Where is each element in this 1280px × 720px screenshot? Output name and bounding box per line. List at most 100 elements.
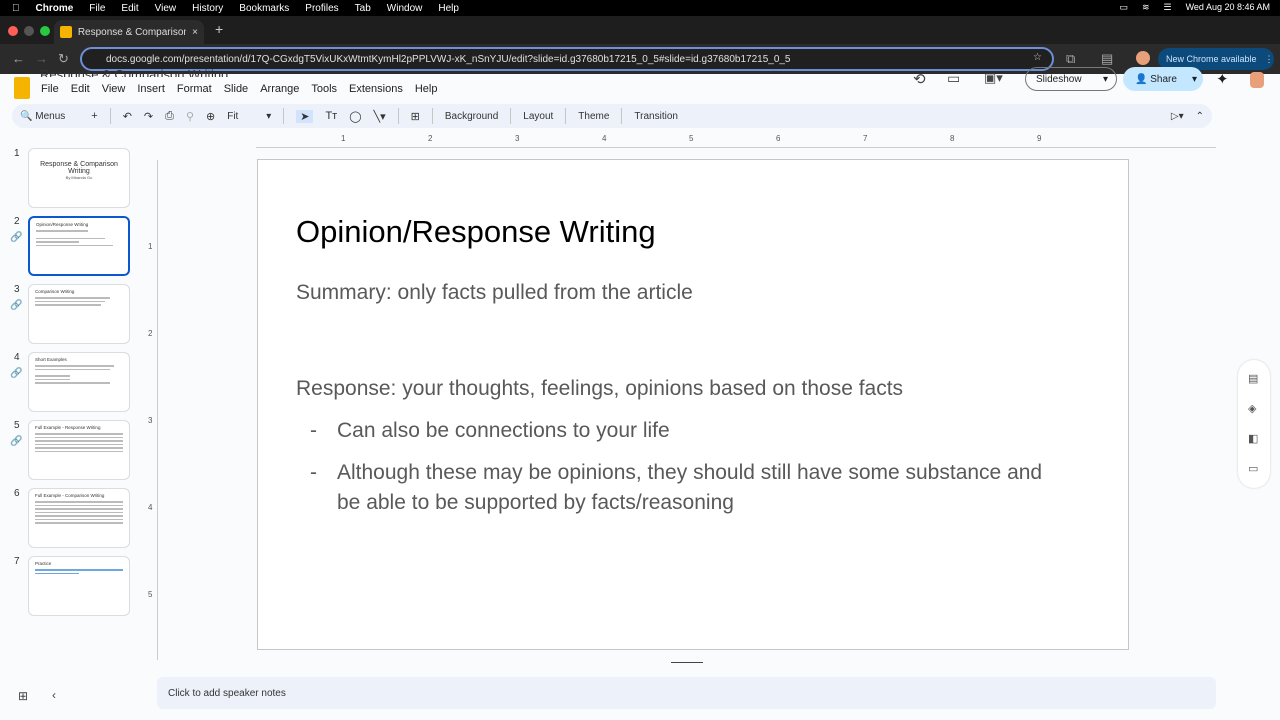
forward-icon[interactable]: → bbox=[35, 51, 48, 66]
keep-icon[interactable]: ◈ bbox=[1248, 402, 1256, 415]
new-tab-button[interactable]: + bbox=[215, 21, 223, 37]
horizontal-ruler[interactable]: 1 2 3 4 5 6 7 8 9 bbox=[256, 134, 1216, 148]
search-menus[interactable]: 🔍 Menus bbox=[20, 111, 65, 122]
version-history-icon[interactable]: ⟲ bbox=[913, 70, 926, 88]
bookmark-star-icon[interactable]: ☆ bbox=[1033, 52, 1042, 63]
folder-icon[interactable]: ▭ bbox=[1248, 462, 1258, 475]
gemini-icon[interactable]: ✦ bbox=[1216, 70, 1229, 88]
browser-tab[interactable]: Response & Comparison Writing × bbox=[54, 20, 204, 44]
minimize-window-button[interactable] bbox=[24, 26, 34, 36]
mac-menu-tab[interactable]: Tab bbox=[355, 3, 371, 14]
back-icon[interactable]: ← bbox=[12, 51, 25, 66]
menu-format[interactable]: Format bbox=[177, 83, 212, 95]
shape-icon[interactable]: ◯ bbox=[349, 110, 361, 123]
slide-thumbnail-2[interactable]: Opinion/Response Writing bbox=[28, 216, 130, 276]
bullet-dash: - bbox=[310, 419, 317, 442]
bullet-item[interactable]: - Although these may be opinions, they sh… bbox=[310, 458, 1070, 518]
menu-edit[interactable]: Edit bbox=[71, 83, 90, 95]
menu-view[interactable]: View bbox=[102, 83, 126, 95]
transition-button[interactable]: Transition bbox=[634, 111, 678, 122]
theme-button[interactable]: Theme bbox=[578, 111, 609, 122]
link-icon: 🔗 bbox=[10, 368, 23, 379]
slide-response-text[interactable]: Response: your thoughts, feelings, opini… bbox=[296, 377, 903, 401]
menu-file[interactable]: File bbox=[41, 83, 59, 95]
menu-help[interactable]: Help bbox=[415, 83, 438, 95]
menu-slide[interactable]: Slide bbox=[224, 83, 248, 95]
new-slide-icon[interactable]: + bbox=[91, 110, 97, 122]
comment-add-icon[interactable]: ⊞ bbox=[411, 110, 420, 123]
notes-resize-handle[interactable] bbox=[671, 662, 703, 663]
mac-menu-bookmarks[interactable]: Bookmarks bbox=[239, 3, 289, 14]
vertical-ruler[interactable]: 1 2 3 4 5 bbox=[148, 160, 158, 660]
mac-menu-profiles[interactable]: Profiles bbox=[305, 3, 338, 14]
background-button[interactable]: Background bbox=[445, 111, 498, 122]
control-center-icon[interactable]: ☰ bbox=[1164, 2, 1172, 13]
comments-icon[interactable]: ▭ bbox=[947, 70, 960, 87]
mac-menu-edit[interactable]: Edit bbox=[121, 3, 138, 14]
slideshow-button[interactable]: Slideshow ▾ bbox=[1025, 67, 1117, 91]
zoom-select[interactable]: Fit ▾ bbox=[227, 111, 271, 122]
menu-insert[interactable]: Insert bbox=[137, 83, 165, 95]
slide-thumbnail-1[interactable]: Response & Comparison Writing By Miranda … bbox=[28, 148, 130, 208]
redo-icon[interactable]: ↷ bbox=[144, 110, 153, 123]
mac-menu-history[interactable]: History bbox=[192, 3, 223, 14]
slide-thumbnail-3[interactable]: Comparison Writing bbox=[28, 284, 130, 344]
line-icon[interactable]: ╲▾ bbox=[374, 110, 386, 123]
meet-icon[interactable]: ▣▾ bbox=[984, 70, 1003, 86]
share-button[interactable]: 👤 Share ▾ bbox=[1123, 67, 1203, 91]
document-title[interactable]: Response & Comparison Writing bbox=[40, 67, 228, 77]
speaker-notes-placeholder: Click to add speaker notes bbox=[168, 687, 286, 699]
battery-icon[interactable]: ▭ bbox=[1119, 2, 1128, 13]
bullet-item[interactable]: - Can also be connections to your life bbox=[310, 416, 1070, 446]
extensions-icon[interactable]: ⧉ bbox=[1066, 51, 1075, 67]
slide-thumbnail-7[interactable]: Practice bbox=[28, 556, 130, 616]
mac-menu-file[interactable]: File bbox=[89, 3, 105, 14]
undo-icon[interactable]: ↶ bbox=[123, 110, 132, 123]
slide-title[interactable]: Opinion/Response Writing bbox=[296, 214, 656, 250]
mac-menu-help[interactable]: Help bbox=[438, 3, 459, 14]
reading-list-icon[interactable]: ▤ bbox=[1101, 51, 1113, 67]
speaker-notes[interactable]: Click to add speaker notes bbox=[157, 677, 1216, 709]
side-panel: ▤ ◈ ◧ ▭ bbox=[1238, 360, 1270, 488]
select-tool-icon[interactable]: ➤ bbox=[296, 109, 314, 123]
zoom-icon[interactable]: ⊕ bbox=[206, 110, 215, 123]
profile-avatar[interactable] bbox=[1136, 51, 1150, 65]
slide-thumbnail-6[interactable]: Full Example - Comparison Writing bbox=[28, 488, 130, 548]
menu-extensions[interactable]: Extensions bbox=[349, 83, 403, 95]
slideshow-dropdown-icon[interactable]: ▾ bbox=[1103, 74, 1108, 85]
paint-format-icon[interactable]: ⚲ bbox=[186, 110, 194, 123]
maximize-window-button[interactable] bbox=[40, 26, 50, 36]
reload-icon[interactable]: ↻ bbox=[58, 51, 69, 67]
slide-summary-text[interactable]: Summary: only facts pulled from the arti… bbox=[296, 281, 693, 305]
more-vert-icon[interactable]: ⋮ bbox=[1265, 54, 1274, 65]
text-box-icon[interactable]: Tт bbox=[325, 110, 337, 122]
ruler-tick: 2 bbox=[148, 329, 153, 338]
input-tools-icon[interactable]: ▷▾ bbox=[1171, 111, 1184, 122]
account-avatar[interactable] bbox=[1250, 72, 1264, 88]
apple-icon[interactable]:  bbox=[12, 3, 20, 14]
tasks-icon[interactable]: ◧ bbox=[1248, 432, 1258, 445]
slides-logo[interactable] bbox=[14, 77, 30, 99]
mac-menu-view[interactable]: View bbox=[155, 3, 177, 14]
slide-thumbnail-4[interactable]: Short Examples bbox=[28, 352, 130, 412]
print-icon[interactable]: ⎙ bbox=[165, 110, 174, 123]
calendar-icon[interactable]: ▤ bbox=[1248, 372, 1258, 385]
slide-canvas[interactable]: Opinion/Response Writing Summary: only f… bbox=[257, 159, 1129, 650]
slide-thumbnail-5[interactable]: Full Example - Response Writing bbox=[28, 420, 130, 480]
menu-tools[interactable]: Tools bbox=[311, 83, 337, 95]
collapse-toolbar-icon[interactable]: ⌃ bbox=[1196, 111, 1204, 122]
bullet-dash: - bbox=[310, 461, 317, 484]
clock[interactable]: Wed Aug 20 8:46 AM bbox=[1186, 2, 1270, 13]
collapse-filmstrip-icon[interactable]: ‹ bbox=[52, 688, 56, 702]
menu-arrange[interactable]: Arrange bbox=[260, 83, 299, 95]
wifi-icon[interactable]: ≋ bbox=[1142, 2, 1150, 13]
mac-menu-chrome[interactable]: Chrome bbox=[36, 3, 74, 14]
layout-button[interactable]: Layout bbox=[523, 111, 553, 122]
share-dropdown-icon[interactable]: ▾ bbox=[1192, 74, 1197, 85]
thumb-title: Full Example - Comparison Writing bbox=[35, 493, 105, 498]
close-tab-icon[interactable]: × bbox=[192, 27, 198, 38]
grid-view-icon[interactable]: ⊞ bbox=[18, 689, 28, 703]
url-text[interactable]: docs.google.com/presentation/d/17Q-CGxdg… bbox=[106, 54, 791, 65]
close-window-button[interactable] bbox=[8, 26, 18, 36]
mac-menu-window[interactable]: Window bbox=[387, 3, 423, 14]
